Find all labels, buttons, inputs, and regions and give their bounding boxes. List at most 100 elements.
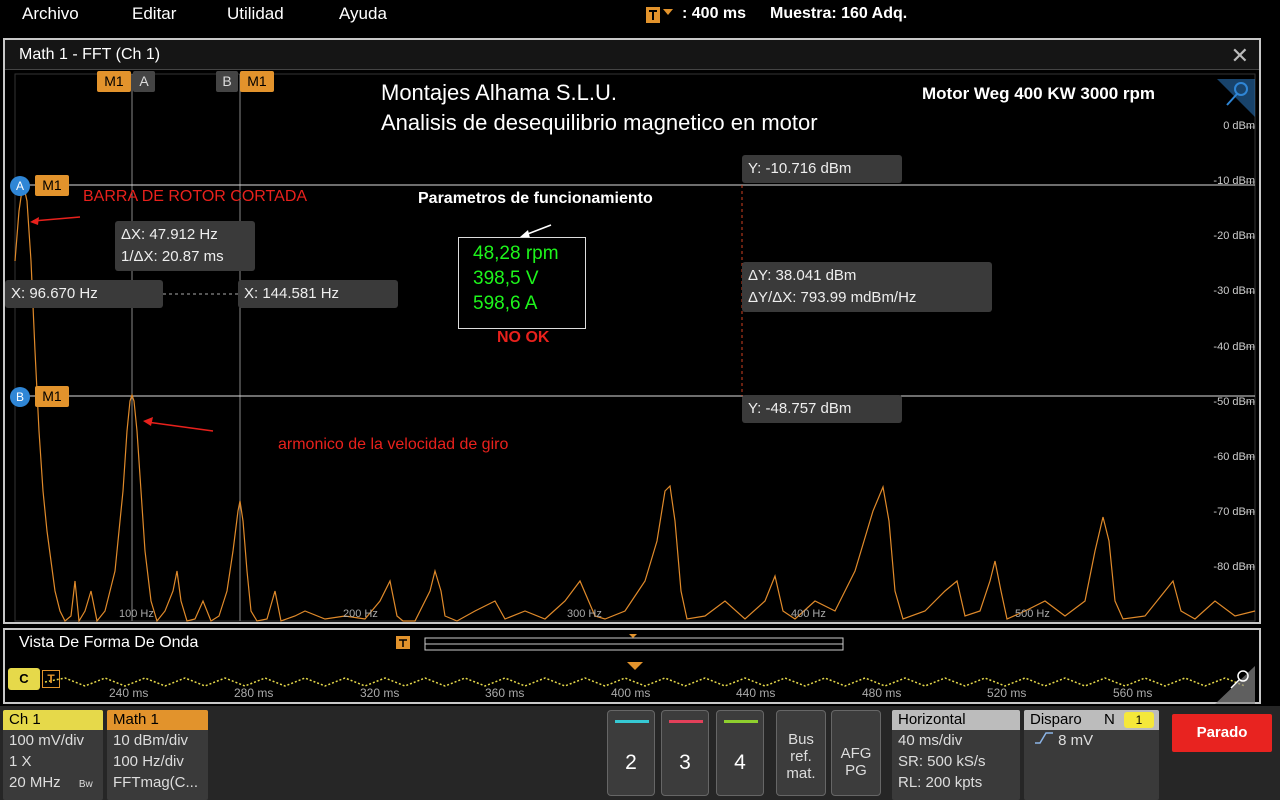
horizontal-badge[interactable]: Horizontal 40 ms/div SR: 500 kS/s RL: 20…	[892, 710, 1020, 800]
y-tick-label: 0 dBm	[1223, 120, 1255, 132]
cursor-b-top-tag[interactable]: B	[216, 71, 238, 92]
settings-bar: Ch 1 100 mV/div 1 X 20 MHz Bw Math 1 10 …	[0, 706, 1280, 800]
ch2-label: 2	[625, 751, 637, 774]
run-stop-button[interactable]: Parado	[1172, 714, 1272, 752]
param-current: 598,6 A	[473, 293, 538, 314]
waveform-view-title: Vista De Forma De Onda	[19, 634, 199, 651]
time-tick-label: 360 ms	[485, 686, 525, 700]
afg-btn-line: PG	[845, 762, 867, 779]
bus-btn-line: ref.	[790, 748, 812, 765]
ch1-bandwidth: 20 MHz Bw	[3, 772, 103, 795]
cursor-a-x-readout[interactable]: X: 96.670 Hz	[5, 280, 163, 308]
ch2-color-bar	[615, 720, 649, 723]
ch4-button[interactable]: 4	[716, 710, 764, 796]
bus-ref-math-button[interactable]: Bus ref. mat.	[776, 710, 826, 796]
cursor-a-left-tag[interactable]: A	[10, 176, 30, 196]
math1-badge[interactable]: Math 1 10 dBm/div 100 Hz/div FFTmag(C...	[107, 710, 208, 800]
status-not-ok: NO OK	[497, 329, 550, 346]
cursor-a-y-readout[interactable]: Y: -10.716 dBm	[742, 155, 902, 183]
menu-utilidad[interactable]: Utilidad	[227, 4, 284, 24]
time-tick-label: 520 ms	[987, 686, 1027, 700]
heading-analysis: Analisis de desequilibrio magnetico en m…	[381, 110, 818, 135]
trigger-level: 8 mV	[1058, 732, 1094, 749]
cursor-b-x-readout[interactable]: X: 144.581 Hz	[238, 280, 398, 308]
acquisition-readout[interactable]: Muestra: 160 Adq.	[770, 5, 907, 23]
time-scale-readout[interactable]: : 400 ms	[682, 5, 746, 23]
y-tick-label: -60 dBm	[1213, 451, 1255, 463]
trigger-tag[interactable]: T	[42, 670, 60, 688]
params-box: 48,28 rpm 398,5 V 598,6 A	[458, 237, 586, 329]
ch4-label: 4	[734, 751, 746, 774]
motor-label: Motor Weg 400 KW 3000 rpm	[922, 84, 1156, 103]
time-tick-label: 320 ms	[360, 686, 400, 700]
y-tick-label: -40 dBm	[1213, 341, 1255, 353]
y-tick-label: -80 dBm	[1213, 561, 1255, 573]
param-rpm: 48,28 rpm	[473, 243, 559, 264]
delta-y-readout[interactable]: ΔY: 38.041 dBm ΔY/ΔX: 793.99 mdBm/Hz	[742, 262, 992, 312]
ch2-button[interactable]: 2	[607, 710, 655, 796]
cursor-a-top-tag[interactable]: A	[133, 71, 155, 92]
sample-rate: SR: 500 kS/s	[898, 753, 986, 770]
inv-delta-x-value: 1/ΔX: 20.87 ms	[121, 248, 224, 265]
menu-editar[interactable]: Editar	[132, 4, 176, 24]
harmonic-annotation: armonico de la velocidad de giro	[278, 436, 509, 453]
cursor-b-y-readout[interactable]: Y: -48.757 dBm	[742, 395, 902, 423]
y-tick-label: -10 dBm	[1213, 175, 1255, 187]
bw-limit-icon: Bw	[78, 779, 93, 790]
trigger-source-badge: 1	[1124, 712, 1154, 728]
bus-btn-line: mat.	[786, 765, 816, 782]
broken-bar-annotation: BARRA DE ROTOR CORTADA	[83, 188, 308, 205]
afg-pg-button[interactable]: AFG PG	[831, 710, 881, 796]
math-fft-window: Math 1 - FFT (Ch 1) ✕ M1 A B M1 A M1 B M…	[3, 38, 1261, 624]
trigger-level-line: 8 mV	[1024, 730, 1159, 751]
ch4-color-bar	[724, 720, 758, 723]
math1-badge-title: Math 1	[107, 710, 208, 730]
fft-plot[interactable]	[5, 71, 1259, 624]
trigger-position-icon[interactable]	[645, 5, 675, 25]
close-icon[interactable]: ✕	[1231, 43, 1249, 69]
menu-bar: Archivo Editar Utilidad Ayuda : 400 ms M…	[0, 0, 1280, 30]
trigger-badge-head: Disparo N 1	[1024, 710, 1159, 730]
x-tick-label: 300 Hz	[567, 608, 602, 620]
time-tick-label: 480 ms	[862, 686, 902, 700]
ch1-bandwidth-value: 20 MHz	[9, 774, 61, 791]
cursor-a-top-m1-tag[interactable]: M1	[97, 71, 131, 92]
time-tick-label: 400 ms	[611, 686, 651, 700]
ch1-badge-title: Ch 1	[3, 710, 103, 730]
x-tick-label: 500 Hz	[1015, 608, 1050, 620]
zoom-corner-icon[interactable]	[1217, 79, 1255, 117]
math-window-title: Math 1 - FFT (Ch 1)	[19, 46, 161, 63]
delta-x-readout[interactable]: ΔX: 47.912 Hz 1/ΔX: 20.87 ms	[115, 221, 255, 271]
time-tick-label: 240 ms	[109, 686, 149, 700]
ch3-button[interactable]: 3	[661, 710, 709, 796]
params-title: Parametros de funcionamiento	[418, 190, 653, 207]
trigger-badge[interactable]: Disparo N 1 8 mV	[1024, 710, 1159, 800]
delta-x-value: ΔX: 47.912 Hz	[121, 226, 218, 243]
y-tick-label: -20 dBm	[1213, 230, 1255, 242]
afg-btn-line: AFG	[840, 745, 872, 762]
ch1-badge[interactable]: Ch 1 100 mV/div 1 X 20 MHz Bw	[3, 710, 103, 800]
ch1-tag[interactable]: C	[8, 668, 40, 690]
x-tick-label: 400 Hz	[791, 608, 826, 620]
record-overview-bar[interactable]	[395, 634, 845, 656]
menu-ayuda[interactable]: Ayuda	[339, 4, 387, 24]
cursor-b-left-tag[interactable]: B	[10, 387, 30, 407]
waveform-view[interactable]: Vista De Forma De Onda C T 240 ms 280 ms…	[3, 628, 1261, 704]
dy-dx-value: ΔY/ΔX: 793.99 mdBm/Hz	[748, 289, 917, 306]
trigger-mode: N	[1104, 711, 1115, 728]
delta-y-value: ΔY: 38.041 dBm	[748, 267, 857, 284]
cursor-b-top-m1-tag[interactable]: M1	[240, 71, 274, 92]
ch3-label: 3	[679, 751, 691, 774]
ch1-scale: 100 mV/div	[9, 732, 85, 749]
math1-vscale: 10 dBm/div	[113, 732, 189, 749]
ch1-probe: 1 X	[9, 753, 32, 770]
time-tick-label: 440 ms	[736, 686, 776, 700]
cursor-b-left-m1-tag[interactable]: M1	[35, 386, 69, 407]
ch3-color-bar	[669, 720, 703, 723]
menu-archivo[interactable]: Archivo	[22, 4, 79, 24]
ch1-trace	[44, 677, 1246, 687]
math-window-titlebar: Math 1 - FFT (Ch 1) ✕	[5, 40, 1259, 70]
cursor-a-left-m1-tag[interactable]: M1	[35, 175, 69, 196]
math1-hscale: 100 Hz/div	[113, 753, 184, 770]
param-voltage: 398,5 V	[473, 268, 539, 289]
